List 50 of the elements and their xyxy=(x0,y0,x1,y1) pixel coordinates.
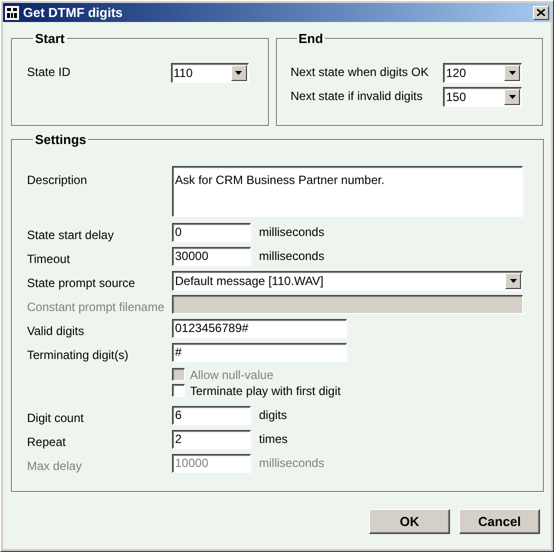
dropdown-field[interactable]: 110 xyxy=(170,62,249,82)
input-field[interactable]: # xyxy=(172,342,347,362)
unit-label: milliseconds xyxy=(259,454,324,472)
field-label: Timeout xyxy=(27,252,70,266)
caret-icon xyxy=(508,70,516,74)
field-label: State start delay xyxy=(27,228,114,242)
unit-label: times xyxy=(259,430,288,448)
group-title: End xyxy=(298,30,324,48)
input-field[interactable] xyxy=(172,294,523,314)
field-label: Terminating digit(s) xyxy=(27,348,128,362)
caret-icon xyxy=(510,278,516,282)
dropdown-button[interactable] xyxy=(505,272,521,288)
app-icon xyxy=(5,6,19,20)
field-label: State prompt source xyxy=(27,276,136,290)
field-label: Next state when digits OK xyxy=(290,64,429,80)
dropdown-field[interactable]: Default message [110.WAV] xyxy=(172,270,523,290)
field-label: Repeat xyxy=(27,434,66,448)
input-field[interactable]: 6 xyxy=(172,406,251,424)
dialog-button[interactable]: Cancel xyxy=(459,509,540,534)
dialog-button[interactable]: OK xyxy=(369,509,450,534)
description-field[interactable]: Ask for CRM Business Partner number. xyxy=(172,166,523,216)
dropdown-field[interactable]: 150 xyxy=(443,86,522,106)
field-label: Valid digits xyxy=(27,324,84,338)
close-icon xyxy=(537,9,545,16)
caret-icon xyxy=(508,94,516,98)
unit-label: digits xyxy=(259,406,288,424)
window-title: Get DTMF digits xyxy=(23,4,123,22)
group-title: Settings xyxy=(34,131,88,149)
unit-label: milliseconds xyxy=(259,248,324,264)
checkbox[interactable] xyxy=(172,384,185,397)
input-field[interactable]: 0123456789# xyxy=(172,318,347,338)
dropdown-button[interactable] xyxy=(504,64,520,80)
caret-icon xyxy=(235,70,242,74)
group-title: Start xyxy=(34,30,66,48)
field-label: State ID xyxy=(27,64,70,80)
close-button[interactable] xyxy=(533,6,549,20)
input-field[interactable]: 0 xyxy=(172,222,251,242)
field-label: Constant prompt filename xyxy=(27,300,164,314)
field-label: Description xyxy=(27,172,88,186)
input-field[interactable]: 30000 xyxy=(172,246,251,266)
dropdown-button[interactable] xyxy=(230,64,247,80)
unit-label: milliseconds xyxy=(259,224,324,240)
field-label: Digit count xyxy=(27,410,84,424)
field-label: Max delay xyxy=(27,458,82,472)
checkbox-label: Allow null-value xyxy=(190,366,274,384)
dropdown-button[interactable] xyxy=(504,88,520,104)
checkbox-label: Terminate play with first digit xyxy=(190,382,341,400)
input-field[interactable]: 2 xyxy=(172,430,251,448)
field-label: Next state if invalid digits xyxy=(290,88,423,104)
dropdown-field[interactable]: 120 xyxy=(443,62,522,82)
